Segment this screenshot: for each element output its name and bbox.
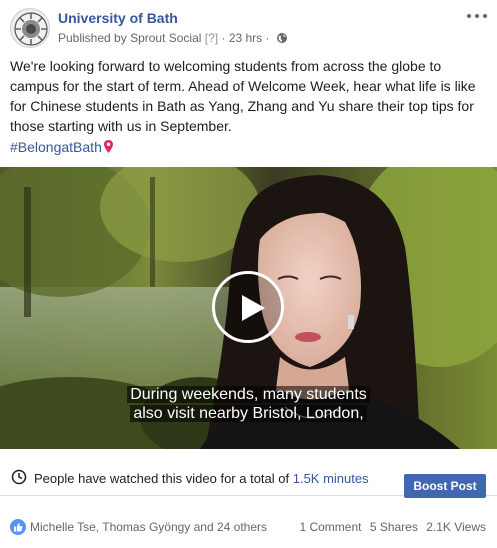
- views-count[interactable]: 2.1K Views: [426, 520, 486, 534]
- post-meta: Published by Sprout Social [?] · 23 hrs …: [58, 31, 288, 47]
- comments-count[interactable]: 1 Comment: [299, 520, 361, 534]
- like-icon[interactable]: [10, 519, 26, 535]
- play-button[interactable]: [212, 271, 284, 343]
- subtitle-line-2-text: also visit nearby Bristol, London,: [130, 405, 367, 422]
- subtitle-line-2: also visit nearby Bristol, London,: [0, 405, 497, 423]
- subtitle-line-1: During weekends, many students: [0, 386, 497, 404]
- publisher-link[interactable]: Sprout Social: [130, 31, 201, 45]
- globe-icon[interactable]: [276, 32, 288, 47]
- watch-time-prefix: People have watched this video for a tot…: [34, 471, 290, 486]
- university-crest-avatar[interactable]: [10, 8, 50, 48]
- post-body-text: We're looking forward to welcoming stude…: [10, 58, 476, 134]
- pin-icon: [103, 139, 114, 157]
- likers-link[interactable]: Michelle Tse, Thomas Gyöngy and 24 other…: [30, 520, 267, 534]
- help-marker[interactable]: [?]: [205, 31, 218, 45]
- hashtag-text[interactable]: #BelongatBath: [10, 139, 102, 155]
- meta-separator-2: ·: [265, 31, 270, 45]
- meta-separator: ·: [221, 31, 226, 45]
- post-header: University of Bath Published by Sprout S…: [0, 0, 497, 52]
- play-icon: [242, 295, 265, 321]
- published-prefix: Published by: [58, 31, 127, 45]
- boost-post-button[interactable]: Boost Post: [404, 474, 486, 498]
- watch-minutes-link[interactable]: 1.5K minutes: [293, 471, 369, 486]
- post-time[interactable]: 23 hrs: [229, 31, 262, 45]
- subtitle-line-1-text: During weekends, many students: [127, 386, 370, 403]
- hashtag-link[interactable]: #BelongatBath: [10, 139, 114, 157]
- clock-icon: [11, 469, 27, 485]
- watch-time-text: People have watched this video for a tot…: [34, 471, 369, 486]
- reactions-bar: Michelle Tse, Thomas Gyöngy and 24 other…: [0, 510, 497, 544]
- more-options-icon[interactable]: [467, 9, 487, 23]
- page-name-link[interactable]: University of Bath: [58, 10, 178, 26]
- shares-count[interactable]: 5 Shares: [370, 520, 418, 534]
- engagement-counts: 1 Comment 5 Shares 2.1K Views: [299, 520, 486, 534]
